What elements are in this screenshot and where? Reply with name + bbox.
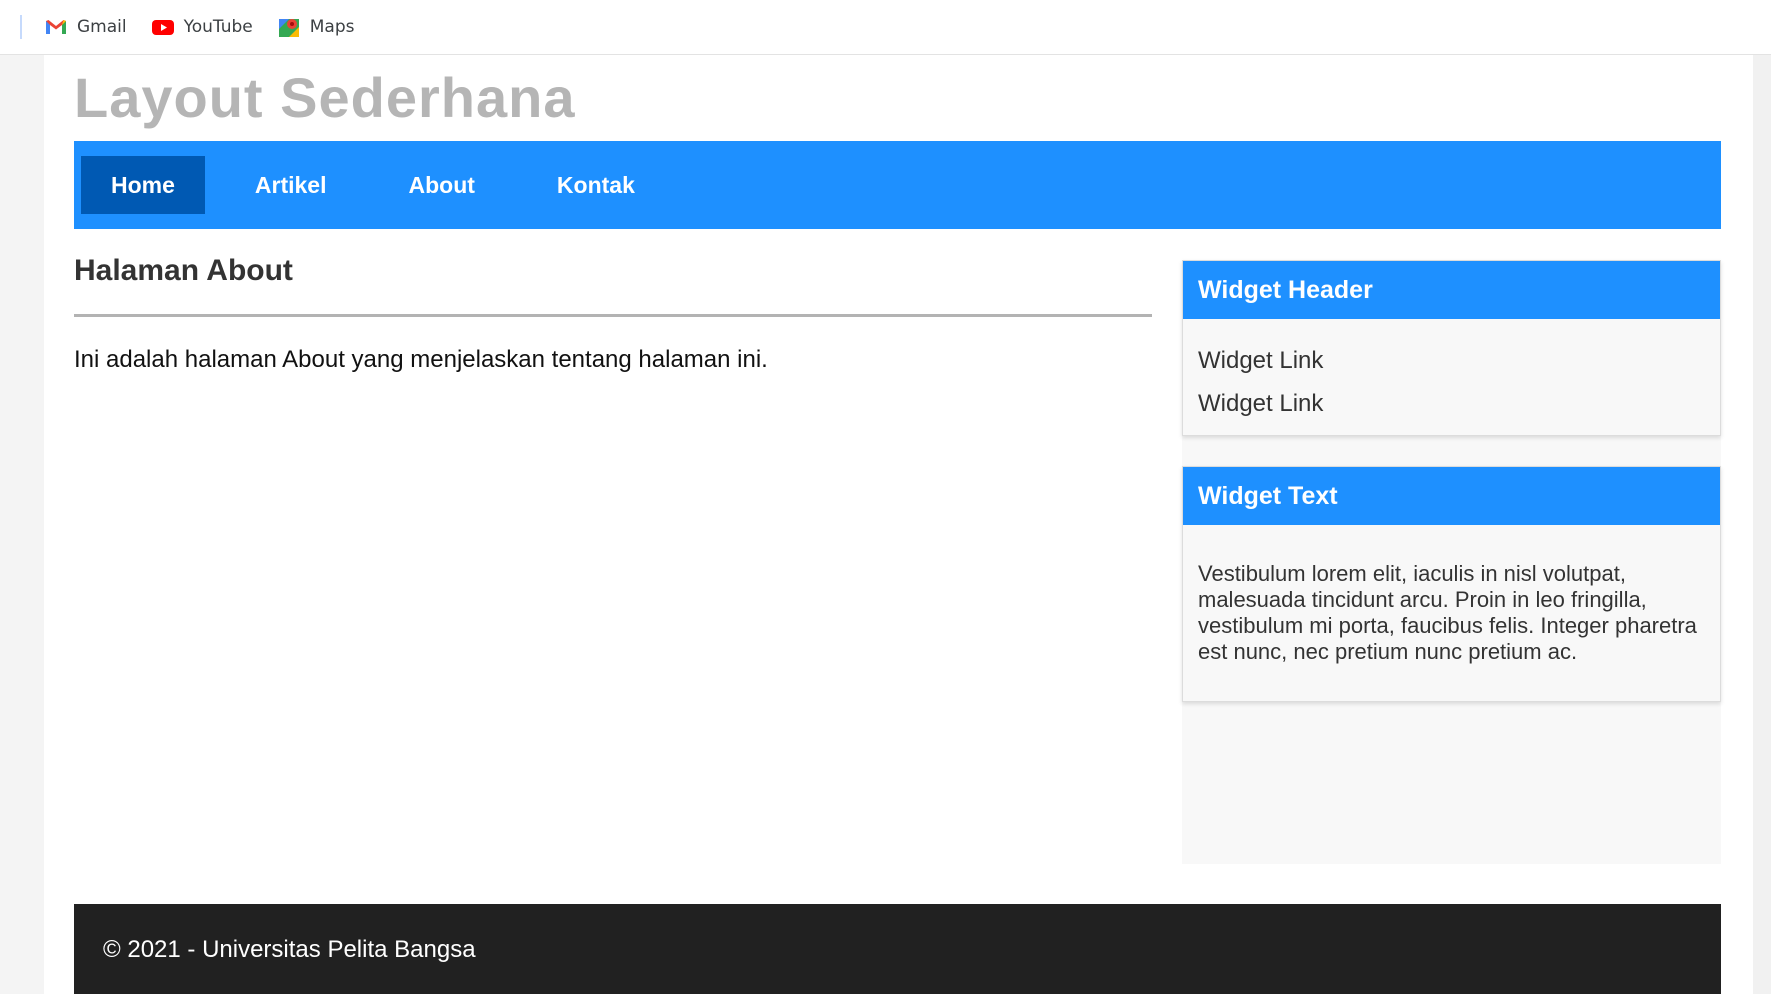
nav-item-home[interactable]: Home — [81, 156, 205, 214]
site-title: Layout Sederhana — [74, 66, 576, 129]
nav-item-kontak[interactable]: Kontak — [527, 156, 665, 214]
bookmarks-bar: Gmail YouTube Maps — [0, 0, 1771, 55]
bookmark-gmail[interactable]: Gmail — [44, 17, 127, 37]
widget-text-title: Widget Text — [1183, 467, 1720, 525]
main-content: Halaman About Ini adalah halaman About y… — [74, 254, 1152, 374]
bookmark-maps[interactable]: Maps — [277, 17, 355, 37]
footer-text: © 2021 - Universitas Pelita Bangsa — [103, 936, 476, 963]
page-paragraph: Ini adalah halaman About yang menjelaska… — [74, 346, 768, 373]
sidebar: Widget Header Widget Link Widget Link Wi… — [1182, 260, 1721, 864]
bookmark-youtube[interactable]: YouTube — [151, 17, 253, 37]
widget-header-title: Widget Header — [1183, 261, 1720, 319]
bookmark-gmail-label: Gmail — [77, 17, 127, 37]
gmail-icon — [44, 17, 68, 37]
footer: © 2021 - Universitas Pelita Bangsa — [74, 904, 1721, 994]
widget-text-body: Vestibulum lorem elit, iaculis in nisl v… — [1198, 561, 1697, 664]
nav-item-about[interactable]: About — [379, 156, 505, 214]
widget-spacer — [1182, 436, 1721, 466]
bookmarks-separator — [20, 15, 22, 39]
bookmark-youtube-label: YouTube — [183, 17, 253, 37]
nav-item-artikel[interactable]: Artikel — [225, 156, 357, 214]
widget-links-list: Widget Link Widget Link — [1183, 319, 1720, 435]
page-container: Layout Sederhana Home Artikel About Kont… — [44, 55, 1753, 994]
youtube-icon — [151, 17, 175, 37]
widget-links: Widget Header Widget Link Widget Link — [1182, 260, 1721, 436]
widget-link[interactable]: Widget Link — [1198, 339, 1705, 382]
widget-link[interactable]: Widget Link — [1198, 382, 1705, 425]
maps-icon — [277, 17, 301, 37]
main-nav: Home Artikel About Kontak — [74, 141, 1721, 229]
page-right-gutter — [1753, 55, 1771, 994]
widget-text: Widget Text Vestibulum lorem elit, iacul… — [1182, 466, 1721, 702]
bookmark-maps-label: Maps — [309, 17, 355, 37]
page-heading: Halaman About — [74, 254, 1152, 317]
